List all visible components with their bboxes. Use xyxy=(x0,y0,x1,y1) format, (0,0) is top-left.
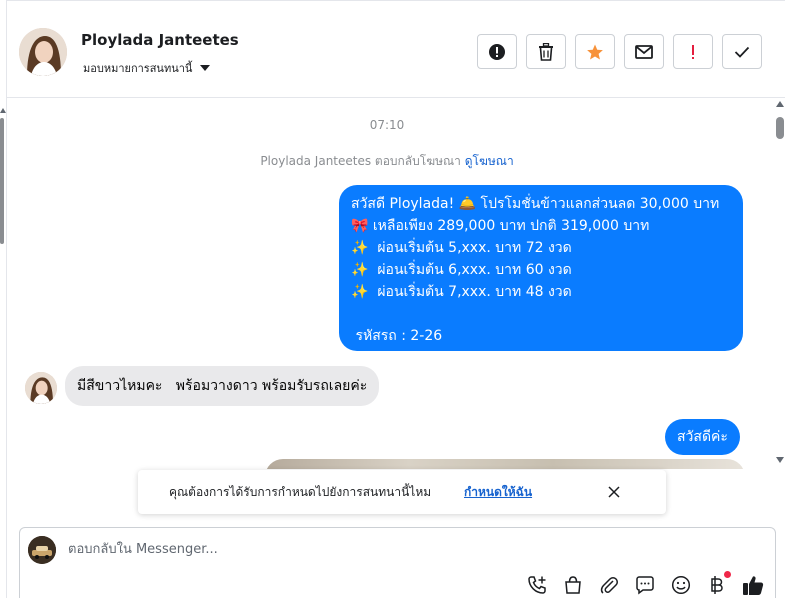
spam-button[interactable] xyxy=(673,34,713,69)
trash-icon xyxy=(539,42,553,61)
assign-prompt-text: คุณต้องการได้รับการกำหนดไปยังการสนทนานี้… xyxy=(169,485,432,499)
ad-reply-note: Ploylada Janteetes ตอบกลับโฆษณา ดูโฆษณา xyxy=(7,152,767,171)
scroll-down-arrow-icon[interactable] xyxy=(776,457,784,463)
close-icon[interactable] xyxy=(606,484,622,500)
left-scrollbar[interactable] xyxy=(0,0,7,598)
incoming-message[interactable]: มีสีขาวไหมคะ พร้อมวางดาว พร้อมรับรถเลยค่… xyxy=(65,366,380,406)
attach-button[interactable] xyxy=(598,574,620,596)
reply-input[interactable] xyxy=(68,538,668,560)
report-button[interactable] xyxy=(477,34,517,69)
notification-dot xyxy=(724,571,731,578)
exclamation-icon xyxy=(692,44,694,59)
composer-toolbar xyxy=(526,571,764,596)
thumbs-up-icon xyxy=(743,576,764,595)
mail-icon xyxy=(635,44,653,59)
mark-done-button[interactable] xyxy=(722,34,762,69)
page-avatar xyxy=(28,536,56,564)
delete-button[interactable] xyxy=(526,34,566,69)
view-ad-link[interactable]: ดูโฆษณา xyxy=(465,154,514,168)
assign-prompt-banner: คุณต้องการได้รับการกำหนดไปยังการสนทนานี้… xyxy=(138,470,666,514)
scroll-up-arrow-icon[interactable] xyxy=(0,108,6,113)
check-icon xyxy=(734,46,750,58)
image-attachment[interactable] xyxy=(265,459,745,469)
message-composer xyxy=(19,527,776,598)
shop-button[interactable] xyxy=(562,574,584,596)
baht-icon xyxy=(711,576,723,594)
star-button[interactable] xyxy=(575,34,615,69)
left-scrollbar-thumb[interactable] xyxy=(0,118,4,244)
add-call-icon xyxy=(528,576,546,594)
caret-down-icon xyxy=(200,65,211,71)
message-thread[interactable]: 07:10 Ploylada Janteetes ตอบกลับโฆษณา ดู… xyxy=(7,99,785,469)
like-button[interactable] xyxy=(742,574,764,596)
star-icon xyxy=(587,44,603,59)
scroll-up-arrow-icon[interactable] xyxy=(776,101,784,107)
conversation-actions xyxy=(477,34,762,69)
assign-conversation-dropdown[interactable]: มอบหมายการสนทนานี้ xyxy=(83,59,211,77)
outgoing-message[interactable]: สวัสดี Ploylada! 🛎️ โปรโมชั่นข้าวแลกส่วน… xyxy=(339,185,743,351)
saved-replies-button[interactable] xyxy=(634,574,656,596)
emoji-button[interactable] xyxy=(670,574,692,596)
assign-label: มอบหมายการสนทนานี้ xyxy=(83,62,193,75)
assign-to-me-link[interactable]: กำหนดให้ฉัน xyxy=(464,483,532,502)
add-call-button[interactable] xyxy=(526,574,548,596)
message-timestamp: 07:10 xyxy=(369,118,405,132)
ad-reply-note-text: Ploylada Janteetes ตอบกลับโฆษณา xyxy=(260,154,461,168)
shop-bag-icon xyxy=(565,576,581,594)
mark-unread-button[interactable] xyxy=(624,34,664,69)
outgoing-message[interactable]: สวัสดีค่ะ xyxy=(665,419,740,455)
thread-scrollbar[interactable] xyxy=(775,99,785,469)
contact-name[interactable]: Ploylada Janteetes xyxy=(81,31,239,49)
attach-icon xyxy=(600,576,619,594)
contact-small-avatar[interactable] xyxy=(25,372,57,404)
saved-reply-icon xyxy=(636,576,654,595)
emoji-icon xyxy=(671,575,691,595)
report-icon xyxy=(489,43,505,60)
payment-button[interactable] xyxy=(706,571,731,596)
thread-scrollbar-thumb[interactable] xyxy=(776,117,784,139)
conversation-header: Ploylada Janteetes มอบหมายการสนทนานี้ xyxy=(7,0,785,98)
contact-avatar[interactable] xyxy=(19,28,67,76)
